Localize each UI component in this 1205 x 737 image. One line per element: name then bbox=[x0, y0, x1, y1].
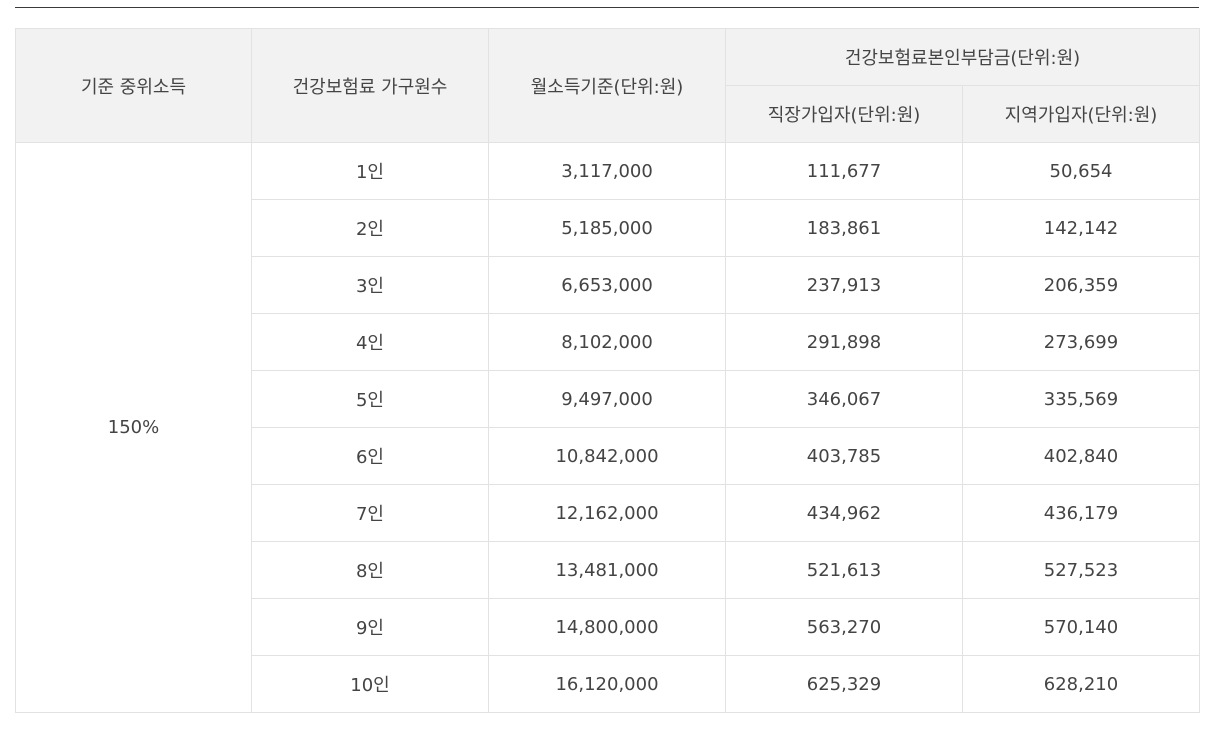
regional-cell: 570,140 bbox=[961, 598, 1201, 656]
employee-cell: 111,677 bbox=[725, 142, 963, 200]
members-cell: 3인 bbox=[251, 256, 489, 314]
members-cell: 1인 bbox=[251, 142, 489, 200]
members-cell: 5인 bbox=[251, 370, 489, 428]
members-cell: 8인 bbox=[251, 541, 489, 599]
header-household-members: 건강보험료 가구원수 bbox=[251, 28, 489, 143]
members-cell: 4인 bbox=[251, 313, 489, 371]
employee-cell: 237,913 bbox=[725, 256, 963, 314]
employee-cell: 563,270 bbox=[725, 598, 963, 656]
income-cell: 3,117,000 bbox=[488, 142, 726, 200]
income-cell: 12,162,000 bbox=[488, 484, 726, 542]
income-cell: 6,653,000 bbox=[488, 256, 726, 314]
regional-cell: 402,840 bbox=[961, 427, 1201, 485]
employee-cell: 183,861 bbox=[725, 199, 963, 257]
employee-cell: 346,067 bbox=[725, 370, 963, 428]
insurance-fee-table: 기준 중위소득 건강보험료 가구원수 월소득기준(단위:원) 건강보험료본인부담… bbox=[15, 28, 1201, 713]
income-cell: 14,800,000 bbox=[488, 598, 726, 656]
employee-cell: 521,613 bbox=[725, 541, 963, 599]
members-cell: 10인 bbox=[251, 655, 489, 713]
header-regional: 지역가입자(단위:원) bbox=[961, 85, 1201, 143]
employee-cell: 625,329 bbox=[725, 655, 963, 713]
members-cell: 6인 bbox=[251, 427, 489, 485]
income-cell: 10,842,000 bbox=[488, 427, 726, 485]
regional-cell: 335,569 bbox=[961, 370, 1201, 428]
income-cell: 5,185,000 bbox=[488, 199, 726, 257]
members-cell: 9인 bbox=[251, 598, 489, 656]
employee-cell: 403,785 bbox=[725, 427, 963, 485]
table-header: 기준 중위소득 건강보험료 가구원수 월소득기준(단위:원) 건강보험료본인부담… bbox=[15, 28, 1201, 143]
members-cell: 2인 bbox=[251, 199, 489, 257]
header-row-1: 기준 중위소득 건강보험료 가구원수 월소득기준(단위:원) 건강보험료본인부담… bbox=[15, 28, 1201, 143]
regional-cell: 527,523 bbox=[961, 541, 1201, 599]
income-cell: 9,497,000 bbox=[488, 370, 726, 428]
income-cell: 8,102,000 bbox=[488, 313, 726, 371]
regional-cell: 628,210 bbox=[961, 655, 1201, 713]
header-median-income: 기준 중위소득 bbox=[15, 28, 252, 143]
employee-cell: 434,962 bbox=[725, 484, 963, 542]
header-personal-share: 건강보험료본인부담금(단위:원) bbox=[724, 28, 1201, 86]
table-body: 150% 1인 3,117,000 111,677 50,654 2인 5,18… bbox=[15, 142, 1201, 713]
header-employee: 직장가입자(단위:원) bbox=[725, 85, 963, 143]
median-income-value: 150% bbox=[15, 142, 252, 713]
members-cell: 7인 bbox=[251, 484, 489, 542]
regional-cell: 206,359 bbox=[961, 256, 1201, 314]
regional-cell: 273,699 bbox=[961, 313, 1201, 371]
regional-cell: 436,179 bbox=[961, 484, 1201, 542]
top-divider bbox=[15, 7, 1199, 8]
income-cell: 16,120,000 bbox=[488, 655, 726, 713]
employee-cell: 291,898 bbox=[725, 313, 963, 371]
regional-cell: 50,654 bbox=[961, 142, 1201, 200]
income-cell: 13,481,000 bbox=[488, 541, 726, 599]
table-row: 150% 1인 3,117,000 111,677 50,654 bbox=[15, 142, 1201, 713]
header-monthly-income: 월소득기준(단위:원) bbox=[488, 28, 726, 143]
regional-cell: 142,142 bbox=[961, 199, 1201, 257]
